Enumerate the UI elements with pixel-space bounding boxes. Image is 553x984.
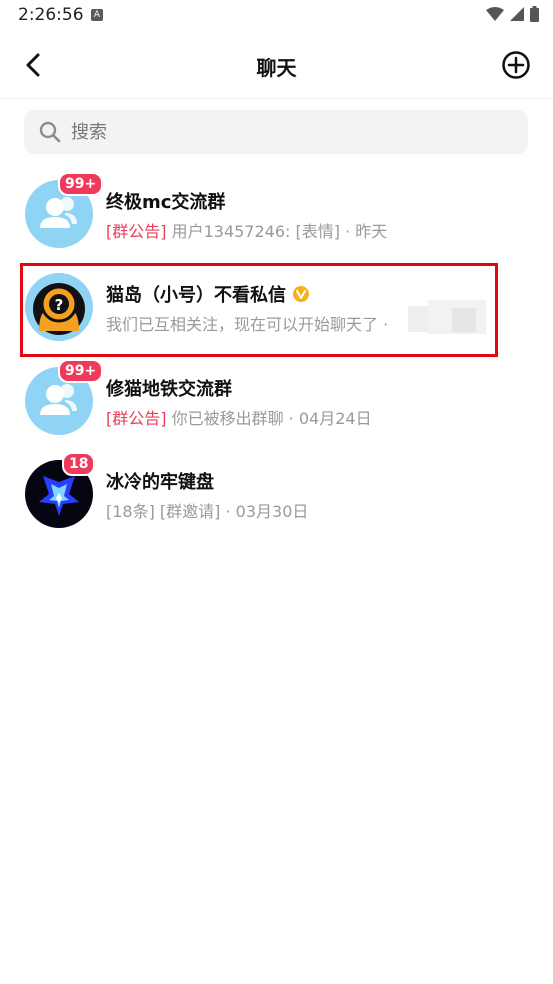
chat-item[interactable]: ? 猫岛（小号）不看私信 我们已互相关注，现在可以开始聊天了 · (0, 263, 553, 353)
cat-island-avatar-image: ? (25, 273, 93, 341)
wifi-icon (486, 7, 504, 21)
search-icon (39, 121, 61, 143)
nav-bar: 聊天 (0, 34, 553, 99)
status-bar: 2:26:56 A (0, 0, 553, 34)
accessibility-icon: A (91, 9, 103, 21)
chat-item[interactable]: 18 冰冷的牢键盘 [18条] [群邀请] · 03月30日 (0, 450, 553, 540)
verified-badge-icon (293, 286, 309, 302)
svg-text:?: ? (55, 296, 64, 314)
chat-name-text: 冰冷的牢键盘 (106, 472, 214, 493)
chat-name: 终极mc交流群 (106, 188, 225, 214)
chat-item[interactable]: 99+ 终极mc交流群 [群公告] 用户13457246: [表情] · 昨天 (0, 170, 553, 260)
cat-island-avatar: ? (25, 273, 93, 341)
redacted-block (408, 306, 428, 332)
chat-name: 冰冷的牢键盘 (106, 468, 214, 494)
status-icons (486, 6, 539, 22)
preview-text: 你已被移出群聊 · 04月24日 (166, 409, 372, 428)
page-title: 聊天 (256, 56, 297, 80)
preview-text: 我们已互相关注，现在可以开始聊天了 · (106, 315, 389, 334)
chat-name: 猫岛（小号）不看私信 (106, 281, 310, 307)
search-input[interactable] (69, 120, 493, 144)
signal-icon (510, 7, 524, 21)
preview-text: [18条] [群邀请] · 03月30日 (106, 502, 309, 521)
chat-name-text: 终极mc交流群 (106, 192, 226, 213)
chat-item[interactable]: 99+ 修猫地铁交流群 [群公告] 你已被移出群聊 · 04月24日 (0, 357, 553, 447)
plus-circle-icon[interactable] (501, 50, 531, 80)
announcement-tag: [群公告] (106, 222, 167, 241)
chat-preview: [群公告] 用户13457246: [表情] · 昨天 (106, 218, 387, 242)
redacted-block (452, 308, 476, 332)
unread-badge: 99+ (58, 172, 104, 196)
chat-name-text: 修猫地铁交流群 (106, 379, 232, 400)
chat-preview: [群公告] 你已被移出群聊 · 04月24日 (106, 405, 372, 429)
search-bar[interactable] (24, 110, 528, 154)
unread-badge: 18 (62, 452, 96, 476)
status-time: 2:26:56 (18, 5, 84, 25)
chat-name: 修猫地铁交流群 (106, 375, 232, 401)
chat-preview: 我们已互相关注，现在可以开始聊天了 · (106, 311, 388, 335)
unread-badge: 99+ (58, 359, 104, 383)
preview-text: 用户13457246: [表情] · 昨天 (166, 222, 388, 241)
battery-icon (530, 6, 539, 22)
chat-preview: [18条] [群邀请] · 03月30日 (106, 498, 308, 522)
announcement-tag: [群公告] (106, 409, 167, 428)
chat-name-text: 猫岛（小号）不看私信 (106, 285, 286, 306)
